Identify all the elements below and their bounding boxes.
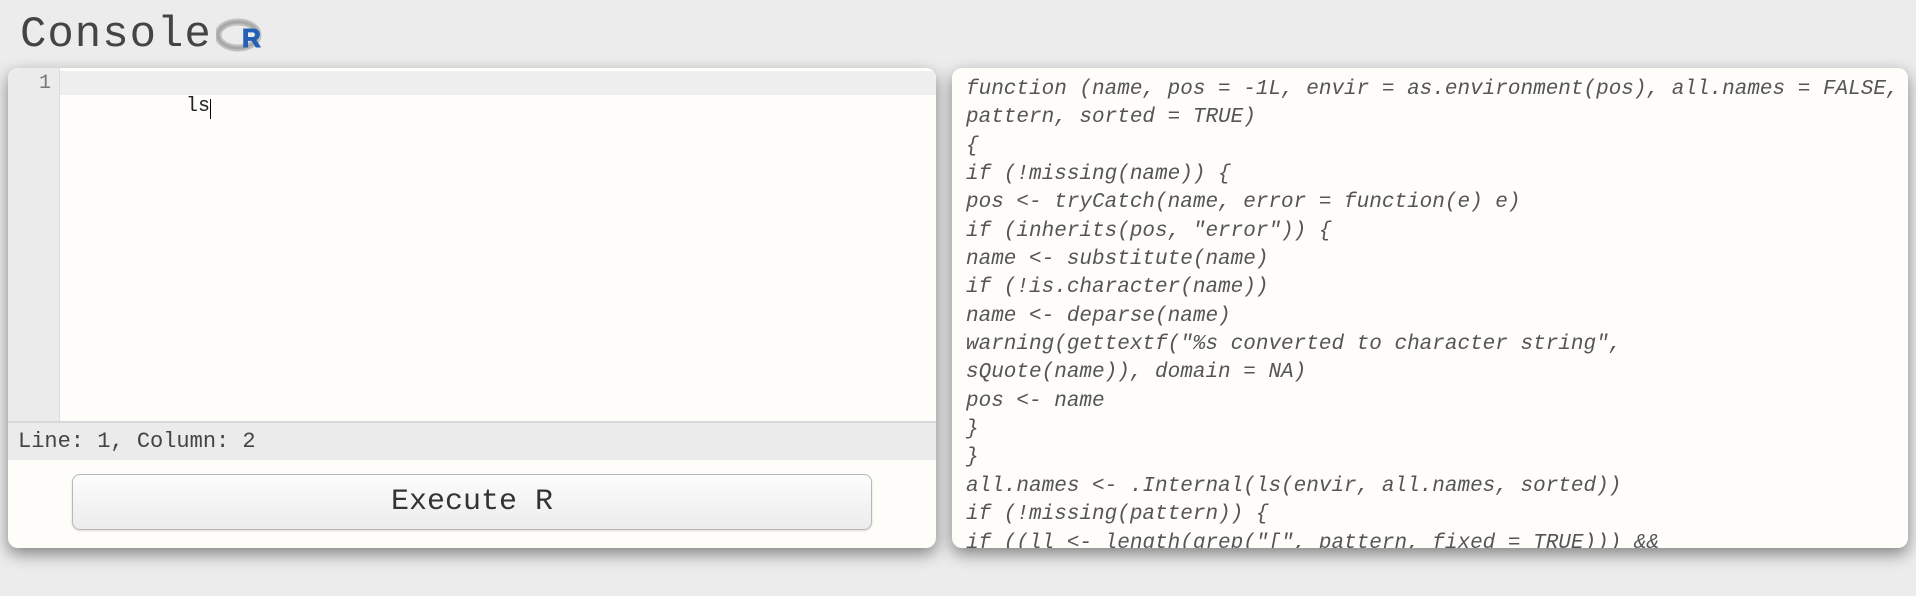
r-logo-icon: R [216, 15, 264, 55]
code-editor[interactable]: 1 ls [8, 68, 936, 422]
header: Console R [0, 0, 1916, 68]
line-number-gutter: 1 [8, 68, 60, 421]
output-line: if ((ll <- length(grep("[", pattern, fix… [966, 530, 1894, 549]
svg-text:R: R [242, 23, 261, 53]
output-line: warning(gettextf("%s converted to charac… [966, 331, 1894, 359]
output-line: if (!is.character(name)) [966, 274, 1894, 302]
button-area: Execute R [8, 460, 936, 548]
output-line: name <- substitute(name) [966, 246, 1894, 274]
output-line: name <- deparse(name) [966, 303, 1894, 331]
output-panel: function (name, pos = -1L, envir = as.en… [952, 68, 1908, 548]
output-line: pos <- name [966, 388, 1894, 416]
output-line: { [966, 133, 1894, 161]
output-line: if (!missing(name)) { [966, 161, 1894, 189]
output-line: } [966, 444, 1894, 472]
text-cursor [210, 99, 211, 119]
editor-status-bar: Line: 1, Column: 2 [8, 422, 936, 460]
output-line: pos <- tryCatch(name, error = function(e… [966, 189, 1894, 217]
output-line: pattern, sorted = TRUE) [966, 104, 1894, 132]
execute-button[interactable]: Execute R [72, 474, 872, 530]
line-number: 1 [12, 72, 51, 95]
output-line: if (inherits(pos, "error")) { [966, 218, 1894, 246]
output-line: all.names <- .Internal(ls(envir, all.nam… [966, 473, 1894, 501]
panels-container: 1 ls Line: 1, Column: 2 Execute R functi… [0, 68, 1916, 548]
code-line-text: ls [186, 95, 210, 118]
output-line: } [966, 416, 1894, 444]
output-line: function (name, pos = -1L, envir = as.en… [966, 76, 1894, 104]
code-area[interactable]: ls [60, 68, 936, 421]
output-line: sQuote(name)), domain = NA) [966, 359, 1894, 387]
page-title: Console [20, 10, 212, 60]
editor-panel: 1 ls Line: 1, Column: 2 Execute R [8, 68, 936, 548]
output-line: if (!missing(pattern)) { [966, 501, 1894, 529]
